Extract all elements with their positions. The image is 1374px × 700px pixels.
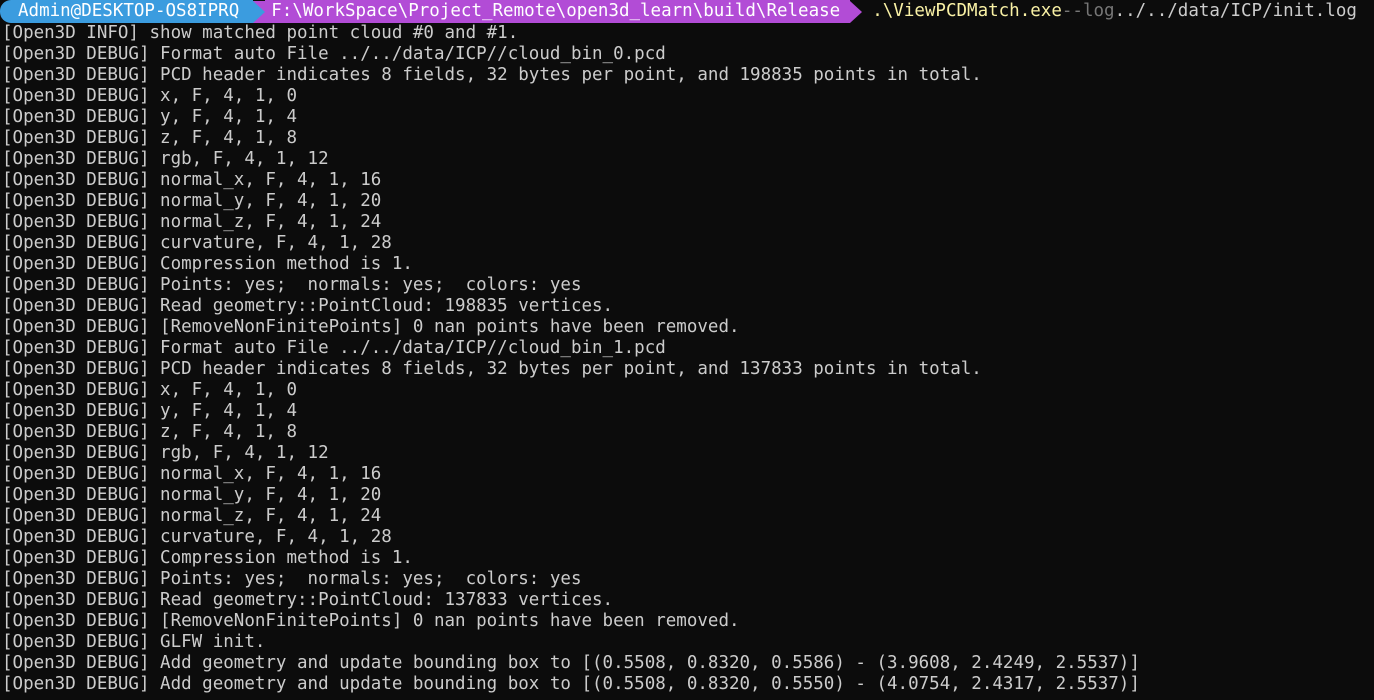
output-line: [Open3D DEBUG] z, F, 4, 1, 8 — [2, 422, 298, 442]
output-line: [Open3D DEBUG] rgb, F, 4, 1, 12 — [2, 443, 329, 463]
output-line: [Open3D DEBUG] PCD header indicates 8 fi… — [2, 65, 982, 85]
output-line: [Open3D DEBUG] curvature, F, 4, 1, 28 — [2, 233, 392, 253]
output-line: [Open3D DEBUG] Read geometry::PointCloud… — [2, 296, 614, 316]
output-line: [Open3D DEBUG] curvature, F, 4, 1, 28 — [2, 527, 392, 547]
output-line: [Open3D DEBUG] z, F, 4, 1, 8 — [2, 128, 298, 148]
output-line: [Open3D DEBUG] y, F, 4, 1, 4 — [2, 401, 298, 421]
prompt-end-arrow-icon — [850, 0, 863, 23]
terminal-output: [Open3D INFO] show matched point cloud #… — [0, 23, 1374, 695]
output-line: [Open3D DEBUG] Compression method is 1. — [2, 254, 413, 274]
output-line: [Open3D DEBUG] Points: yes; normals: yes… — [2, 569, 582, 589]
prompt-separator-arrow-icon — [253, 0, 266, 23]
output-line: [Open3D DEBUG] Compression method is 1. — [2, 548, 413, 568]
output-line: [Open3D DEBUG] Read geometry::PointCloud… — [2, 590, 614, 610]
output-line: [Open3D DEBUG] Format auto File ../../da… — [2, 44, 666, 64]
prompt-path-segment: F:\WorkSpace\Project_Remote\open3d_learn… — [265, 0, 851, 23]
output-line: [Open3D DEBUG] normal_x, F, 4, 1, 16 — [2, 464, 382, 484]
output-line: [Open3D DEBUG] GLFW init. — [2, 632, 266, 652]
output-line: [Open3D DEBUG] normal_z, F, 4, 1, 24 — [2, 212, 382, 232]
output-line: [Open3D DEBUG] [RemoveNonFinitePoints] 0… — [2, 317, 740, 337]
output-line: [Open3D DEBUG] Add geometry and update b… — [2, 653, 1140, 673]
output-line: [Open3D DEBUG] Points: yes; normals: yes… — [2, 275, 582, 295]
output-line: [Open3D DEBUG] rgb, F, 4, 1, 12 — [2, 149, 329, 169]
output-line: [Open3D DEBUG] x, F, 4, 1, 0 — [2, 86, 298, 106]
output-line: [Open3D DEBUG] [RemoveNonFinitePoints] 0… — [2, 611, 740, 631]
output-line: [Open3D DEBUG] normal_y, F, 4, 1, 20 — [2, 191, 382, 211]
output-line: [Open3D DEBUG] normal_z, F, 4, 1, 24 — [2, 506, 382, 526]
command-flag: --log — [1061, 1, 1115, 21]
command-executable: .\ViewPCDMatch.exe — [872, 1, 1062, 21]
output-line: [Open3D INFO] show matched point cloud #… — [2, 23, 519, 43]
terminal-window[interactable]: Admin@DESKTOP-OS8IPRQ F:\WorkSpace\Proje… — [0, 0, 1374, 700]
output-line: [Open3D DEBUG] x, F, 4, 1, 0 — [2, 380, 298, 400]
output-line: [Open3D DEBUG] y, F, 4, 1, 4 — [2, 107, 298, 127]
output-line: [Open3D DEBUG] Format auto File ../../da… — [2, 338, 666, 358]
shell-prompt: Admin@DESKTOP-OS8IPRQ F:\WorkSpace\Proje… — [0, 0, 1374, 23]
output-line: [Open3D DEBUG] Add geometry and update b… — [2, 674, 1140, 694]
output-line: [Open3D DEBUG] PCD header indicates 8 fi… — [2, 359, 982, 379]
prompt-user-segment: Admin@DESKTOP-OS8IPRQ — [0, 0, 254, 23]
output-line: [Open3D DEBUG] normal_y, F, 4, 1, 20 — [2, 485, 382, 505]
command-argument: ../../data/ICP/init.log — [1114, 1, 1357, 21]
output-line: [Open3D DEBUG] normal_x, F, 4, 1, 16 — [2, 170, 382, 190]
